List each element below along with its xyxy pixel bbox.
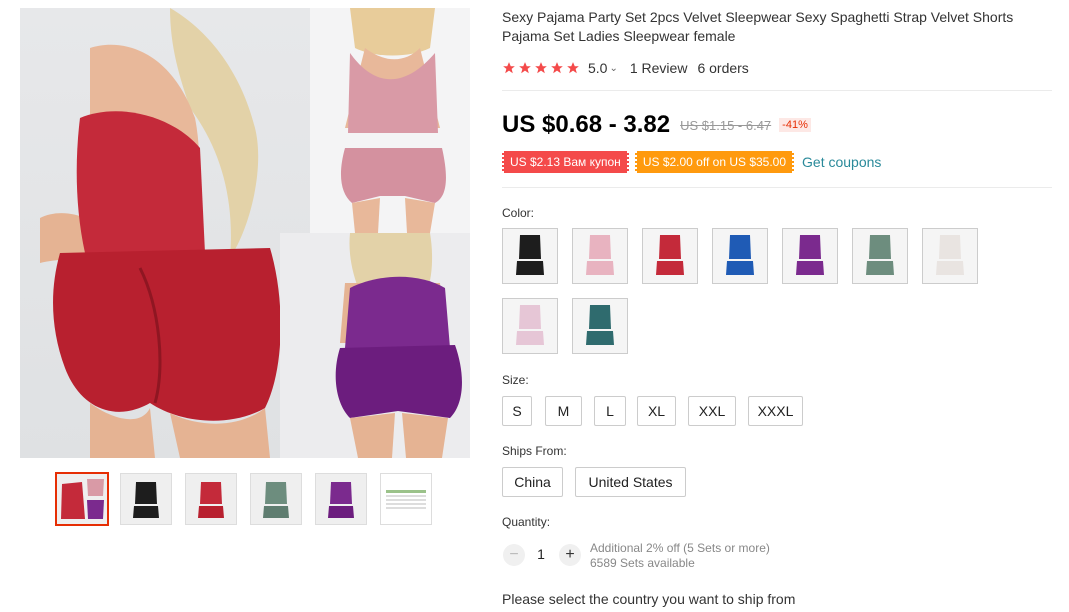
get-coupons-link[interactable]: Get coupons [802, 154, 881, 170]
thumbnail-4[interactable] [250, 473, 302, 525]
color-swatch-light-pink[interactable] [502, 298, 558, 354]
star-icon [519, 62, 531, 74]
order-count: 6 orders [697, 60, 749, 76]
coupon-store[interactable]: US $2.13 Вам купон [502, 151, 629, 173]
ship-from-china[interactable]: China [502, 467, 563, 497]
star-icon [503, 62, 515, 74]
star-icon [567, 62, 579, 74]
discount-badge: -41% [779, 118, 811, 132]
quantity-label: Quantity: [502, 515, 551, 529]
quantity-note: Additional 2% off (5 Sets or more) 6589 … [590, 541, 770, 571]
thumbnail-2[interactable] [120, 473, 172, 525]
divider [502, 90, 1052, 91]
color-swatch-green[interactable] [852, 228, 908, 284]
chevron-down-icon[interactable]: ⌄ [609, 63, 617, 74]
size-label: Size: [502, 373, 529, 387]
thumbnail-strip [55, 472, 440, 527]
color-swatch-pink[interactable] [572, 228, 628, 284]
thumbnail-5[interactable] [315, 473, 367, 525]
size-option-m[interactable]: M [545, 396, 582, 426]
main-product-image[interactable] [20, 8, 470, 458]
bulk-discount-note: Additional 2% off (5 Sets or more) [590, 541, 770, 555]
rating-row: 5.0 ⌄ 1 Review 6 orders [502, 58, 749, 78]
price-row: US $0.68 - 3.82 US $1.15 - 6.47 -41% [502, 110, 811, 140]
color-swatch-black[interactable] [502, 228, 558, 284]
color-swatch-white[interactable] [922, 228, 978, 284]
rating-stars [502, 61, 580, 75]
thumbnail-3[interactable] [185, 473, 237, 525]
rating-score[interactable]: 5.0 [588, 60, 607, 76]
size-option-xxl[interactable]: XXL [688, 396, 736, 426]
coupon-select[interactable]: US $2.00 off on US $35.00 [634, 151, 795, 173]
ship-from-united-states[interactable]: United States [575, 467, 686, 497]
color-swatch-purple[interactable] [782, 228, 838, 284]
color-swatch-red[interactable] [642, 228, 698, 284]
photo-red-set-back [20, 8, 310, 458]
photo-purple-set-back [280, 233, 470, 458]
color-swatch-blue[interactable] [712, 228, 768, 284]
current-price: US $0.68 - 3.82 [502, 111, 671, 138]
star-icon [535, 62, 547, 74]
product-title: Sexy Pajama Party Set 2pcs Velvet Sleepw… [502, 9, 1014, 44]
quantity-minus-button[interactable]: − [503, 544, 525, 566]
size-option-xl[interactable]: XL [637, 396, 676, 426]
star-icon [551, 62, 563, 74]
quantity-plus-button[interactable]: + [559, 544, 581, 566]
coupon-row: US $2.13 Вам купон US $2.00 off on US $3… [502, 151, 881, 173]
stock-available: 6589 Sets available [590, 556, 695, 570]
thumbnail-size-chart[interactable] [380, 473, 432, 525]
photo-pink-set-front [310, 8, 470, 233]
size-option-s[interactable]: S [502, 396, 532, 426]
color-label: Color: [502, 206, 535, 220]
ship-country-message: Please select the country you want to sh… [502, 591, 796, 607]
original-price: US $1.15 - 6.47 [680, 117, 772, 133]
size-option-l[interactable]: L [594, 396, 626, 426]
color-swatch-teal[interactable] [572, 298, 628, 354]
quantity-value[interactable]: 1 [529, 546, 553, 562]
divider [502, 187, 1052, 188]
ships-from-label: Ships From: [502, 444, 567, 458]
thumbnail-1[interactable] [55, 472, 109, 526]
size-option-xxxl[interactable]: XXXL [748, 396, 803, 426]
review-count-link[interactable]: 1 Review [630, 60, 688, 76]
